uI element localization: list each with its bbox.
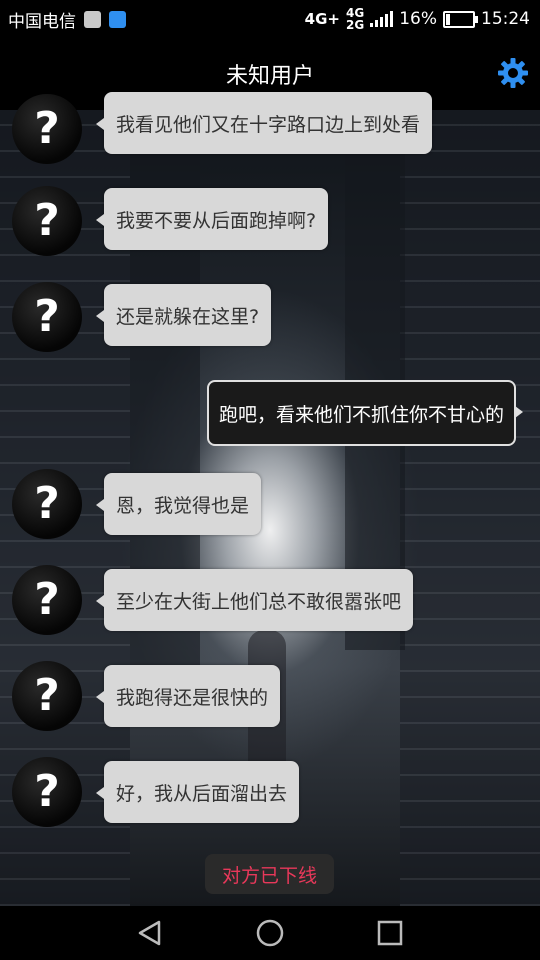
incoming-message-bubble[interactable]: 好，我从后面溜出去 — [95, 761, 300, 823]
incoming-message-bubble[interactable]: 我看见他们又在十字路口边上到处看 — [95, 92, 433, 154]
avatar-question-mark: ? — [34, 291, 60, 342]
avatar-question-mark: ? — [34, 195, 60, 246]
avatar-question-mark: ? — [34, 478, 60, 529]
incoming-message-bubble[interactable]: 恩，我觉得也是 — [95, 473, 262, 535]
avatar-question-mark: ? — [34, 103, 60, 154]
avatar[interactable]: ? — [12, 186, 82, 256]
avatar[interactable]: ? — [12, 661, 82, 731]
avatar[interactable]: ? — [12, 94, 82, 164]
avatar[interactable]: ? — [12, 469, 82, 539]
network-type: 4G+ — [304, 10, 340, 28]
battery-icon — [443, 10, 478, 28]
avatar[interactable]: ? — [12, 565, 82, 635]
wifi-notification-icon — [109, 11, 126, 28]
incoming-message-bubble[interactable]: 还是就躲在这里? — [95, 284, 272, 346]
back-triangle-icon[interactable] — [135, 918, 165, 948]
incoming-message-bubble[interactable]: 我跑得还是很快的 — [95, 665, 281, 727]
network-secondary: 4G 2G — [346, 7, 364, 31]
status-right: 4G+ 4G 2G 16% 15:24 — [305, 7, 530, 31]
avatar[interactable]: ? — [12, 757, 82, 827]
avatar[interactable]: ? — [12, 282, 82, 352]
incoming-message-bubble[interactable]: 至少在大街上他们总不敢很嚣张吧 — [95, 569, 414, 631]
avatar-question-mark: ? — [34, 670, 60, 721]
battery-fill — [446, 13, 450, 25]
clock: 15:24 — [481, 9, 530, 29]
background-building-right — [400, 110, 540, 906]
chat-title: 未知用户 — [225, 64, 314, 89]
signal-icon — [370, 11, 394, 27]
gallery-notification-icon — [84, 11, 101, 28]
carrier-label: 中国电信 — [8, 12, 76, 32]
avatar-question-mark: ? — [34, 766, 60, 817]
network-secondary-bottom: 2G — [346, 18, 365, 32]
battery-percent: 16% — [399, 9, 437, 29]
avatar-question-mark: ? — [34, 574, 60, 625]
outgoing-message-bubble[interactable]: 跑吧，看来他们不抓住你不甘心的 — [206, 380, 524, 446]
status-bar: 中国电信 4G+ 4G 2G 16% 15:24 — [0, 0, 540, 36]
offline-notice: 对方已下线 — [205, 854, 334, 894]
home-circle-icon[interactable] — [255, 918, 285, 948]
system-navigation-bar — [0, 906, 540, 960]
recents-square-icon[interactable] — [375, 918, 405, 948]
status-left: 中国电信 — [8, 7, 126, 32]
gear-icon[interactable] — [496, 56, 530, 90]
incoming-message-bubble[interactable]: 我要不要从后面跑掉啊? — [95, 188, 329, 250]
